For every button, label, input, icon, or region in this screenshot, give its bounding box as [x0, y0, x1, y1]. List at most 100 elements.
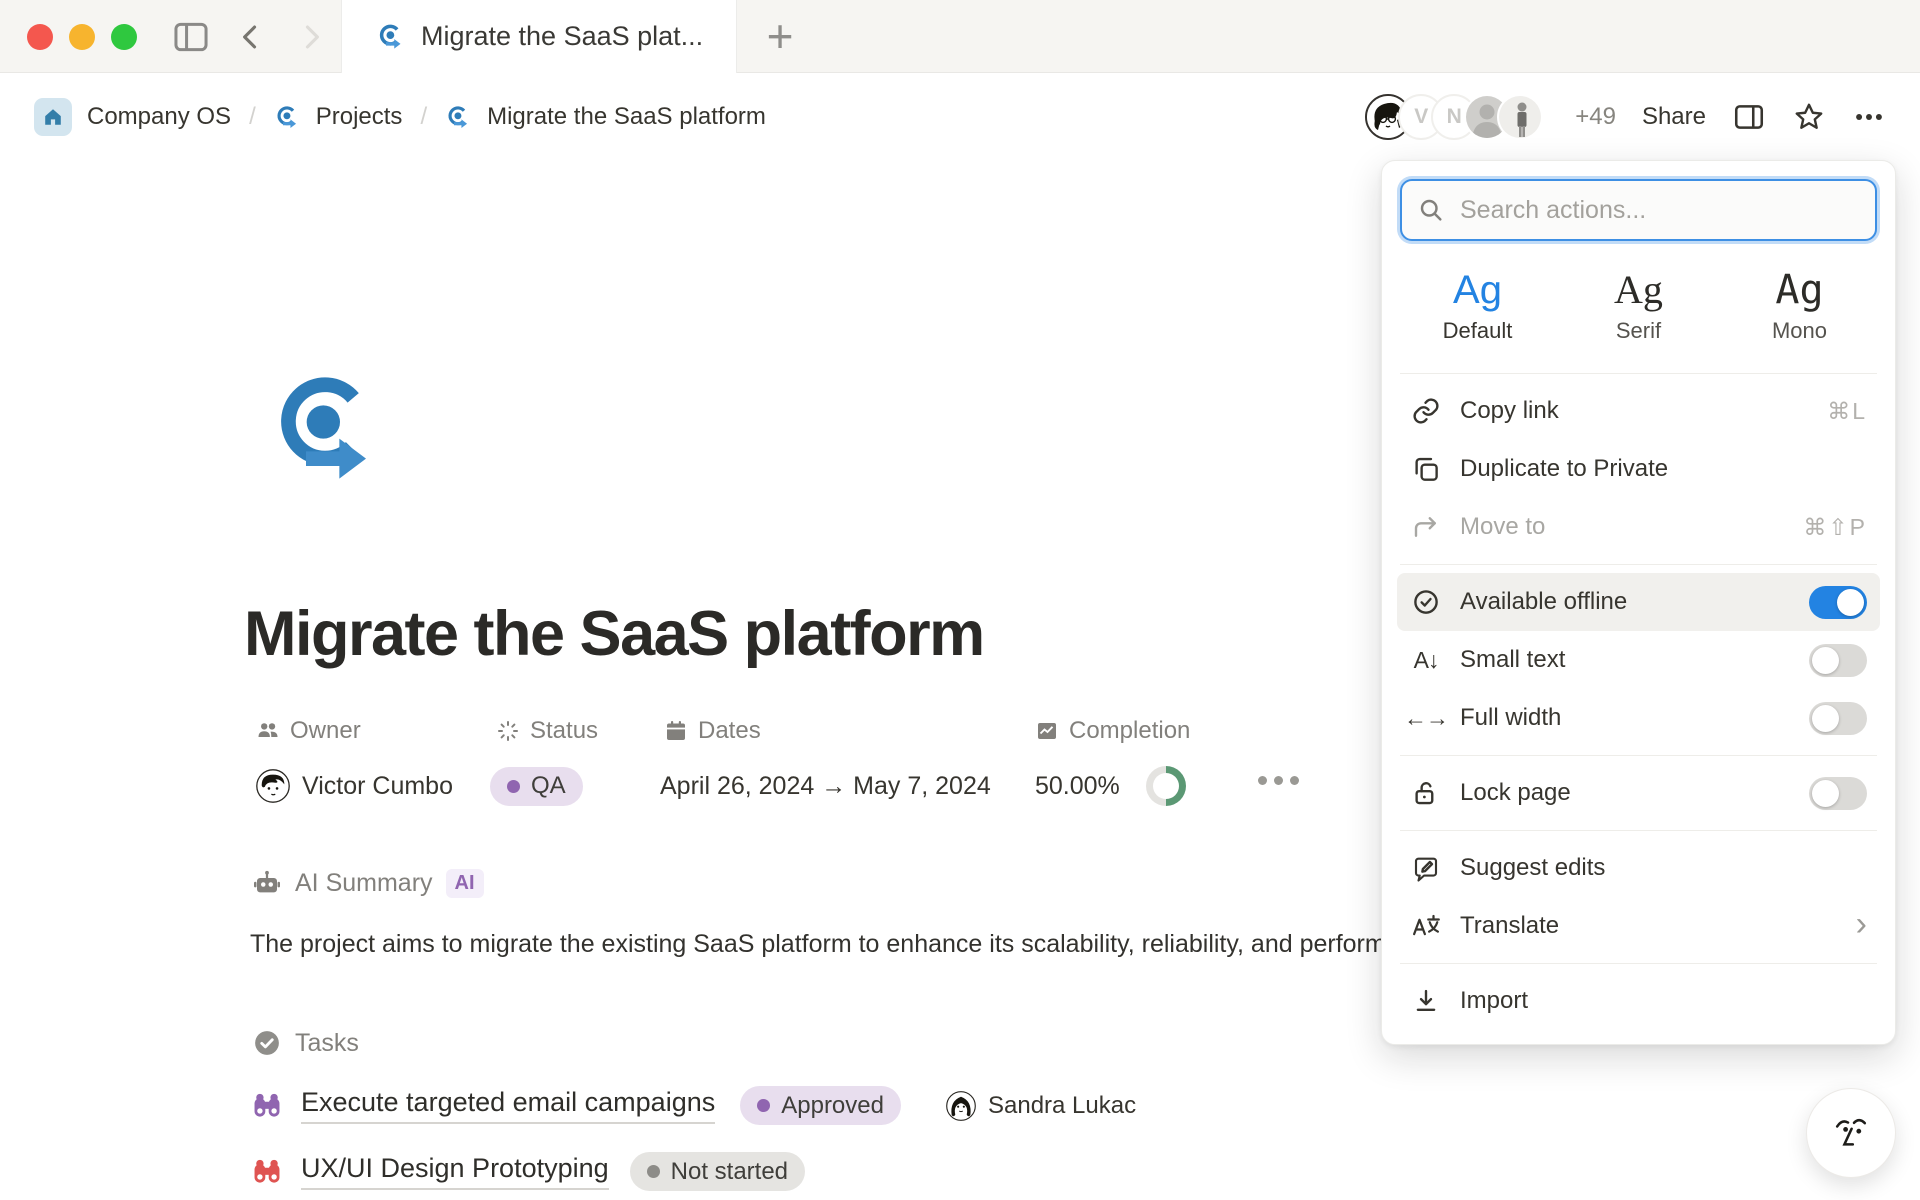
projects-icon	[274, 104, 301, 131]
close-window-button[interactable]	[27, 24, 53, 50]
menu-item-translate[interactable]: Translate ›	[1397, 897, 1880, 955]
chart-icon	[1035, 719, 1059, 743]
menu-divider	[1400, 963, 1877, 964]
font-style-picker: Ag Default Ag Serif Ag Mono	[1397, 249, 1880, 365]
property-status-label: Status	[496, 714, 598, 748]
menu-divider	[1400, 755, 1877, 756]
new-tab-button[interactable]: +	[752, 6, 808, 66]
status-dot-icon	[507, 780, 520, 793]
unlock-icon	[1410, 778, 1442, 808]
page-actions-menu: Ag Default Ag Serif Ag Mono Copy link ⌘L	[1381, 160, 1896, 1045]
property-dates-value[interactable]: April 26, 2024 → May 7, 2024	[660, 764, 991, 808]
tasks-header: Tasks	[252, 1028, 359, 1058]
breadcrumb-item-workspace[interactable]: Company OS	[87, 103, 231, 131]
menu-item-duplicate[interactable]: Duplicate to Private	[1397, 440, 1880, 498]
zoom-window-button[interactable]	[111, 24, 137, 50]
browser-tab[interactable]: Migrate the SaaS plat...	[341, 0, 737, 73]
page-icon[interactable]	[262, 364, 390, 504]
property-completion-value[interactable]: 50.00%	[1035, 764, 1190, 808]
menu-item-move-to[interactable]: Move to ⌘⇧P	[1397, 498, 1880, 556]
sidebar-toggle-icon[interactable]	[172, 18, 210, 56]
assignee-avatar	[946, 1091, 976, 1121]
status-pill: QA	[490, 767, 583, 806]
task-row: Execute targeted email campaigns Approve…	[250, 1086, 1136, 1125]
menu-item-lock-page[interactable]: Lock page	[1397, 764, 1880, 822]
font-sample: Ag	[1775, 270, 1823, 310]
lock-page-toggle[interactable]	[1809, 777, 1867, 810]
search-input[interactable]	[1458, 195, 1860, 226]
menu-item-small-text[interactable]: A↓ Small text	[1397, 631, 1880, 689]
more-properties-icon[interactable]	[1258, 776, 1299, 785]
page-title[interactable]: Migrate the SaaS platform	[244, 598, 984, 670]
header-actions: V N +49 Share	[1365, 94, 1886, 140]
font-option-serif[interactable]: Ag Serif	[1558, 249, 1719, 365]
property-dates-label: Dates	[664, 714, 991, 748]
page-properties: Owner Victor Cumbo	[244, 714, 1364, 824]
tab-page-icon	[376, 22, 406, 52]
menu-item-full-width[interactable]: ←→ Full width	[1397, 689, 1880, 747]
small-text-toggle[interactable]	[1809, 644, 1867, 677]
font-sample: Ag	[1614, 270, 1663, 310]
font-option-mono[interactable]: Ag Mono	[1719, 249, 1880, 365]
task-status-pill[interactable]: Not started	[630, 1152, 805, 1191]
page-cycle-icon	[445, 104, 472, 131]
property-status-value[interactable]: QA	[490, 764, 598, 808]
font-option-default[interactable]: Ag Default	[1397, 249, 1558, 365]
task-status-pill[interactable]: Approved	[740, 1086, 901, 1125]
ai-summary-text: The project aims to migrate the existing…	[250, 930, 1386, 959]
translate-icon	[1410, 911, 1442, 941]
suggest-edits-icon	[1410, 853, 1442, 883]
move-to-icon	[1410, 512, 1442, 542]
menu-item-copy-link[interactable]: Copy link ⌘L	[1397, 382, 1880, 440]
menu-divider	[1400, 564, 1877, 565]
ai-assistant-button[interactable]	[1806, 1088, 1896, 1178]
binoculars-icon	[250, 1089, 284, 1123]
menu-item-available-offline[interactable]: Available offline	[1397, 573, 1880, 631]
duplicate-icon	[1410, 454, 1442, 484]
back-icon[interactable]	[234, 20, 268, 54]
ai-face-icon	[1827, 1109, 1875, 1157]
avatar[interactable]	[1497, 94, 1543, 140]
more-options-icon[interactable]	[1852, 100, 1886, 134]
window-titlebar: Migrate the SaaS plat... +	[0, 0, 1920, 73]
open-side-panel-icon[interactable]	[1732, 100, 1766, 134]
menu-item-suggest-edits[interactable]: Suggest edits	[1397, 839, 1880, 897]
share-button[interactable]: Share	[1642, 103, 1706, 131]
home-icon[interactable]	[34, 98, 72, 136]
search-actions-field[interactable]	[1400, 179, 1877, 241]
task-assignee[interactable]: Sandra Lukac	[946, 1091, 1136, 1121]
favorite-star-icon[interactable]	[1792, 100, 1826, 134]
breadcrumb-separator: /	[249, 103, 256, 131]
menu-item-import[interactable]: Import	[1397, 972, 1880, 1030]
minimize-window-button[interactable]	[69, 24, 95, 50]
page-header: Company OS / Projects / Migrate the SaaS…	[0, 74, 1920, 160]
task-row: UX/UI Design Prototyping Not started	[250, 1152, 805, 1191]
breadcrumb-separator: /	[420, 103, 427, 131]
traffic-lights	[27, 24, 137, 50]
breadcrumb-item-current-page[interactable]: Migrate the SaaS platform	[487, 103, 766, 131]
import-icon	[1410, 986, 1442, 1016]
breadcrumb-item-projects[interactable]: Projects	[316, 103, 403, 131]
font-label: Mono	[1772, 318, 1827, 344]
avatar-overflow-count[interactable]: +49	[1575, 103, 1616, 131]
tasks-label: Tasks	[295, 1029, 359, 1058]
available-offline-toggle[interactable]	[1809, 586, 1867, 619]
ai-summary-header: AI Summary AI	[252, 868, 484, 898]
task-link[interactable]: UX/UI Design Prototyping	[301, 1153, 609, 1190]
status-dot-icon	[757, 1099, 770, 1112]
breadcrumb: Company OS / Projects / Migrate the SaaS…	[34, 98, 766, 136]
link-icon	[1410, 396, 1442, 426]
task-link[interactable]: Execute targeted email campaigns	[301, 1087, 715, 1124]
tab-title: Migrate the SaaS plat...	[421, 21, 703, 52]
search-icon	[1417, 196, 1445, 224]
property-owner-value[interactable]: Victor Cumbo	[256, 764, 453, 808]
menu-divider	[1400, 373, 1877, 374]
check-circle-outline-icon	[1410, 587, 1442, 617]
full-width-toggle[interactable]	[1809, 702, 1867, 735]
font-label: Default	[1443, 318, 1513, 344]
forward-icon[interactable]	[294, 20, 328, 54]
ai-badge: AI	[446, 869, 484, 898]
collaborator-avatars[interactable]: V N	[1365, 94, 1543, 140]
status-spinner-icon	[496, 719, 520, 743]
font-sample: Ag	[1453, 270, 1502, 310]
